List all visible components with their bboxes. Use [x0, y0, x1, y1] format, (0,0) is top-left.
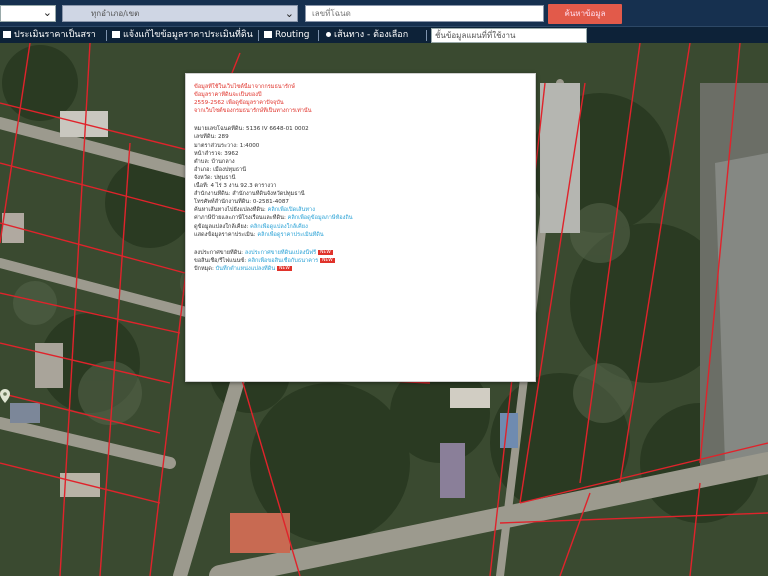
- menu-item-label: เส้นทาง - ต้องเลือก: [334, 30, 409, 40]
- flag-icon: [112, 31, 120, 38]
- action-row: ปักหมุด: บันทึกตำแหน่งแปลงที่ดิน NEW: [194, 265, 527, 273]
- new-badge: NEW: [318, 249, 333, 255]
- detail-row: ตำบล: บ้านกลาง: [194, 158, 527, 166]
- popup-link[interactable]: คลิกเพื่อดูแปลงใกล้เคียง: [250, 224, 308, 230]
- menu-item-label: ประเมินราคาเป็นสรา: [14, 30, 96, 40]
- detail-label: มาตราส่วนระวาง:: [194, 142, 238, 149]
- menu-item-directions[interactable]: เส้นทาง - ต้องเลือก: [326, 27, 408, 44]
- link-row: ค่าภาษีป้ายและภาษีโรงเรือนและที่ดิน: คลิ…: [194, 214, 527, 222]
- new-badge: NEW: [320, 257, 335, 263]
- warning-line: ข้อมูลที่ใช้ในเว็บไซต์นี้มาจากกรมธนารักษ…: [194, 84, 295, 90]
- detail-value: 1:4000: [239, 142, 260, 149]
- divider: [106, 30, 107, 41]
- detail-value: 3962: [224, 150, 239, 157]
- detail-row: เลขที่ดิน: 289: [194, 133, 527, 141]
- detail-label: หน้าสำรวจ:: [194, 150, 223, 157]
- parcel-info-popup: ข้อมูลที่ใช้ในเว็บไซต์นี้มาจากกรมธนารักษ…: [185, 73, 536, 382]
- popup-link[interactable]: คลิกเพื่อดูราคาประเมินที่ดิน: [257, 232, 323, 238]
- menu-item-routing[interactable]: Routing: [264, 27, 310, 44]
- link-row: ดูข้อมูลแปลงใกล้เคียง: คลิกเพื่อดูแปลงใก…: [194, 223, 527, 231]
- detail-label: หมายเลขโฉนดที่ดิน:: [194, 126, 245, 133]
- action-link[interactable]: บันทึกตำแหน่งแปลงที่ดิน: [216, 266, 276, 272]
- grid-icon: [3, 31, 11, 38]
- parcel-links: ค้นหาเส้นทางไปยังแปลงที่ดิน: คลิกเพื่อเป…: [194, 206, 527, 238]
- search-button[interactable]: ค้นหาข้อมูล: [548, 4, 622, 24]
- link-label: ค่าภาษีป้ายและภาษีโรงเรือนและที่ดิน:: [194, 215, 286, 222]
- action-link[interactable]: ลงประกาศขายที่ดินแปลงนี้ฟรี: [245, 250, 316, 256]
- divider: [426, 30, 427, 41]
- warning-line: ข้อมูลราคาที่ดินจะเป็นของปี: [194, 92, 262, 99]
- action-link[interactable]: คลิกเพื่อขอสินเชื่อกับธนาคาร: [248, 258, 318, 264]
- detail-label: อำเภอ:: [194, 166, 212, 173]
- menu-item-label: แจ้งแก้ไขข้อมูลราคาประเมินที่ดิน: [123, 30, 253, 40]
- detail-row: โทรศัพท์สำนักงานที่ดิน: 0-2581-4087: [194, 198, 527, 206]
- divider: [258, 30, 259, 41]
- route-icon: [264, 31, 272, 38]
- divider: [318, 30, 319, 41]
- chevron-down-icon: ⌄: [284, 7, 294, 20]
- parcel-actions: ลงประกาศขายที่ดิน: ลงประกาศขายที่ดินแปลง…: [194, 249, 527, 273]
- detail-value: 5136 IV 6648-01 0002: [246, 126, 309, 133]
- dot-icon: [326, 32, 331, 37]
- detail-value: สำนักงานที่ดินจังหวัดปทุมธานี: [232, 191, 305, 198]
- detail-value: เมืองปทุมธานี: [213, 166, 247, 173]
- detail-label: เนื้อที่:: [194, 183, 209, 190]
- action-row: ขอสินเชื่อ/รีไฟแนนซ์: คลิกเพื่อขอสินเชื่…: [194, 257, 527, 265]
- district-select[interactable]: ทุกอำเภอ/เขต ⌄: [62, 5, 298, 22]
- detail-label: จังหวัด:: [194, 174, 213, 181]
- warning-line: 2559-2562 เพื่อดูข้อมูลราคาปัจจุบัน: [194, 100, 284, 107]
- popup-link[interactable]: คลิกเพื่อดูข้อมูลภาษีท้องถิ่น: [288, 215, 353, 221]
- link-label: ดูข้อมูลแปลงใกล้เคียง:: [194, 223, 249, 230]
- detail-value: บ้านกลาง: [211, 158, 235, 165]
- district-select-value: ทุกอำเภอ/เขต: [91, 9, 140, 18]
- action-row: ลงประกาศขายที่ดิน: ลงประกาศขายที่ดินแปลง…: [194, 249, 527, 257]
- menu-item-report[interactable]: แจ้งแก้ไขข้อมูลราคาประเมินที่ดิน: [112, 27, 253, 44]
- action-label: ลงประกาศขายที่ดิน:: [194, 249, 244, 256]
- layer-search-input[interactable]: ชั้นข้อมูลแผนที่ที่ใช้งาน: [431, 28, 587, 43]
- menu-bar: ประเมินราคาเป็นสรา แจ้งแก้ไขข้อมูลราคาปร…: [0, 26, 768, 44]
- detail-row: หน้าสำรวจ: 3962: [194, 150, 527, 158]
- link-label: ค้นหาเส้นทางไปยังแปลงที่ดิน:: [194, 207, 266, 214]
- province-select[interactable]: ⌄: [0, 5, 56, 22]
- warning-block: ข้อมูลที่ใช้ในเว็บไซต์นี้มาจากกรมธนารักษ…: [194, 83, 527, 115]
- search-input[interactable]: เลขที่โฉนด: [305, 5, 544, 22]
- detail-value: ปทุมธานี: [214, 174, 236, 181]
- chevron-down-icon: ⌄: [42, 6, 52, 19]
- detail-value: 289: [217, 134, 229, 141]
- menu-item-label: Routing: [275, 30, 310, 40]
- top-search-bar: ⌄ ทุกอำเภอ/เขต ⌄ เลขที่โฉนด ค้นหาข้อมูล: [0, 0, 768, 26]
- detail-label: เลขที่ดิน:: [194, 134, 217, 141]
- warning-line: จากเว็บไซต์ของกรมธนารักษ์ที่เป็นทางการเท…: [194, 108, 312, 115]
- menu-item-price[interactable]: ประเมินราคาเป็นสรา: [3, 27, 96, 44]
- detail-label: ตำบล:: [194, 158, 210, 165]
- detail-row: เนื้อที่: 4 ไร่ 3 งาน 92.3 ตารางวา: [194, 182, 527, 190]
- detail-value: 0-2581-4087: [252, 199, 289, 206]
- detail-label: โทรศัพท์สำนักงานที่ดิน:: [194, 199, 252, 206]
- detail-row: อำเภอ: เมืองปทุมธานี: [194, 166, 527, 174]
- link-label: แสดงข้อมูลราคาประเมิน:: [194, 231, 256, 238]
- detail-row: สำนักงานที่ดิน: สำนักงานที่ดินจังหวัดปทุ…: [194, 190, 527, 198]
- link-row: แสดงข้อมูลราคาประเมิน: คลิกเพื่อดูราคาปร…: [194, 231, 527, 239]
- new-badge: NEW: [277, 265, 292, 271]
- detail-row: มาตราส่วนระวาง: 1:4000: [194, 142, 527, 150]
- link-row: ค้นหาเส้นทางไปยังแปลงที่ดิน: คลิกเพื่อเป…: [194, 206, 527, 214]
- detail-label: สำนักงานที่ดิน:: [194, 191, 231, 198]
- detail-row: หมายเลขโฉนดที่ดิน: 5136 IV 6648-01 0002: [194, 125, 527, 133]
- popup-link[interactable]: คลิกเพื่อเปิดเส้นทาง: [268, 207, 315, 213]
- detail-row: จังหวัด: ปทุมธานี: [194, 174, 527, 182]
- map-pin-icon[interactable]: [0, 389, 10, 403]
- parcel-details: หมายเลขโฉนดที่ดิน: 5136 IV 6648-01 0002 เ…: [194, 125, 527, 206]
- action-label: ปักหมุด:: [194, 265, 214, 272]
- action-label: ขอสินเชื่อ/รีไฟแนนซ์:: [194, 257, 247, 264]
- detail-value: 4 ไร่ 3 งาน 92.3 ตารางวา: [210, 183, 277, 190]
